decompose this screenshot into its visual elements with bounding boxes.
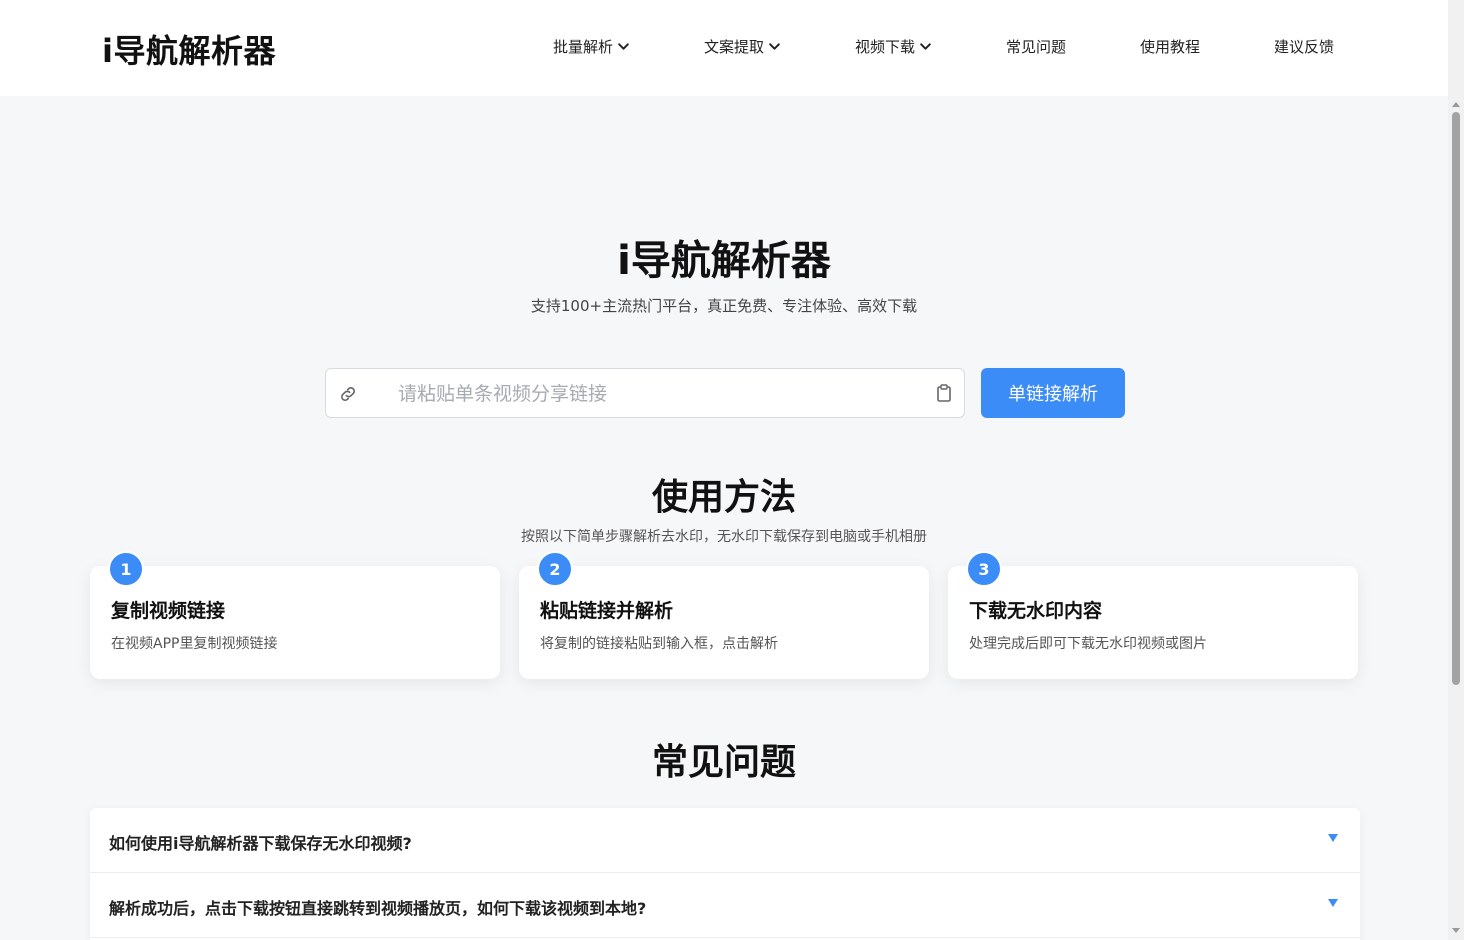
nav-item-label: 文案提取 [704,38,765,56]
chevron-down-icon [769,43,780,50]
scroll-down-arrow-icon[interactable] [1451,927,1461,935]
faq-question: 如何使用i导航解析器下载保存无水印视频? [109,834,412,853]
clipboard-icon[interactable] [936,384,952,402]
nav-item-label: 常见问题 [1006,38,1067,56]
nav-item-batch-parse[interactable]: 批量解析 [553,36,630,57]
main-nav: 批量解析 文案提取 视频下载 常见问题 使用教程 建议反馈 [0,36,1448,62]
nav-item-feedback[interactable]: 建议反馈 [1274,36,1334,57]
nav-item-tutorial[interactable]: 使用教程 [1140,36,1200,57]
step-number-badge: 1 [108,551,144,587]
scrollbar-thumb[interactable] [1452,112,1460,685]
step-description: 将复制的链接粘贴到输入框，点击解析 [540,636,778,652]
nav-item-label: 建议反馈 [1274,38,1335,56]
faq-title: 常见问题 [651,742,796,783]
triangle-down-icon [1328,834,1338,842]
step-number-badge: 3 [966,551,1002,587]
usage-subtitle: 按照以下简单步骤解析去水印，无水印下载保存到电脑或手机相册 [521,529,927,545]
chevron-down-icon [920,43,931,50]
hero-subtitle: 支持100+主流热门平台，真正免费、专注体验、高效下载 [530,297,918,315]
hero-title: i导航解析器 [617,238,831,284]
step-description: 在视频APP里复制视频链接 [111,636,278,652]
nav-item-video-download[interactable]: 视频下载 [855,36,932,57]
step-card: 3 下载无水印内容 处理完成后即可下载无水印视频或图片 [948,551,1358,679]
faq-list: 如何使用i导航解析器下载保存无水印视频? 解析成功后，点击下载按钮直接跳转到视频… [90,808,1360,940]
step-card: 1 复制视频链接 在视频APP里复制视频链接 [90,551,500,679]
triangle-down-icon [1328,899,1338,907]
step-title: 复制视频链接 [111,600,226,622]
main-content: i导航解析器 支持100+主流热门平台，真正免费、专注体验、高效下载 单链接解析… [0,96,1448,940]
search-box [325,368,965,418]
faq-question: 解析成功后，点击下载按钮直接跳转到视频播放页，如何下载该视频到本地? [109,899,647,918]
nav-item-faq[interactable]: 常见问题 [1006,36,1066,57]
nav-item-label: 使用教程 [1140,38,1201,56]
single-link-parse-button[interactable]: 单链接解析 [981,368,1125,418]
step-title: 下载无水印内容 [969,600,1103,622]
step-description: 处理完成后即可下载无水印视频或图片 [969,636,1207,652]
nav-item-label: 视频下载 [855,38,916,56]
scroll-up-arrow-icon[interactable] [1451,100,1461,108]
page-scrollbar[interactable] [1448,0,1464,940]
usage-title: 使用方法 [651,477,796,518]
chevron-down-icon [618,43,629,50]
site-header: i导航解析器 批量解析 文案提取 视频下载 常见问题 使用教程 建议反馈 [0,0,1448,96]
faq-item[interactable]: 如何使用i导航解析器下载保存无水印视频? [90,808,1360,873]
link-icon [341,387,355,401]
step-card: 2 粘贴链接并解析 将复制的链接粘贴到输入框，点击解析 [519,551,929,679]
faq-item[interactable]: 解析成功后，点击下载按钮直接跳转到视频播放页，如何下载该视频到本地? [90,873,1360,938]
step-number-badge: 2 [537,551,573,587]
step-title: 粘贴链接并解析 [540,600,674,622]
nav-item-label: 批量解析 [553,38,614,56]
nav-item-copy-extract[interactable]: 文案提取 [704,36,781,57]
video-link-input[interactable] [398,379,918,409]
